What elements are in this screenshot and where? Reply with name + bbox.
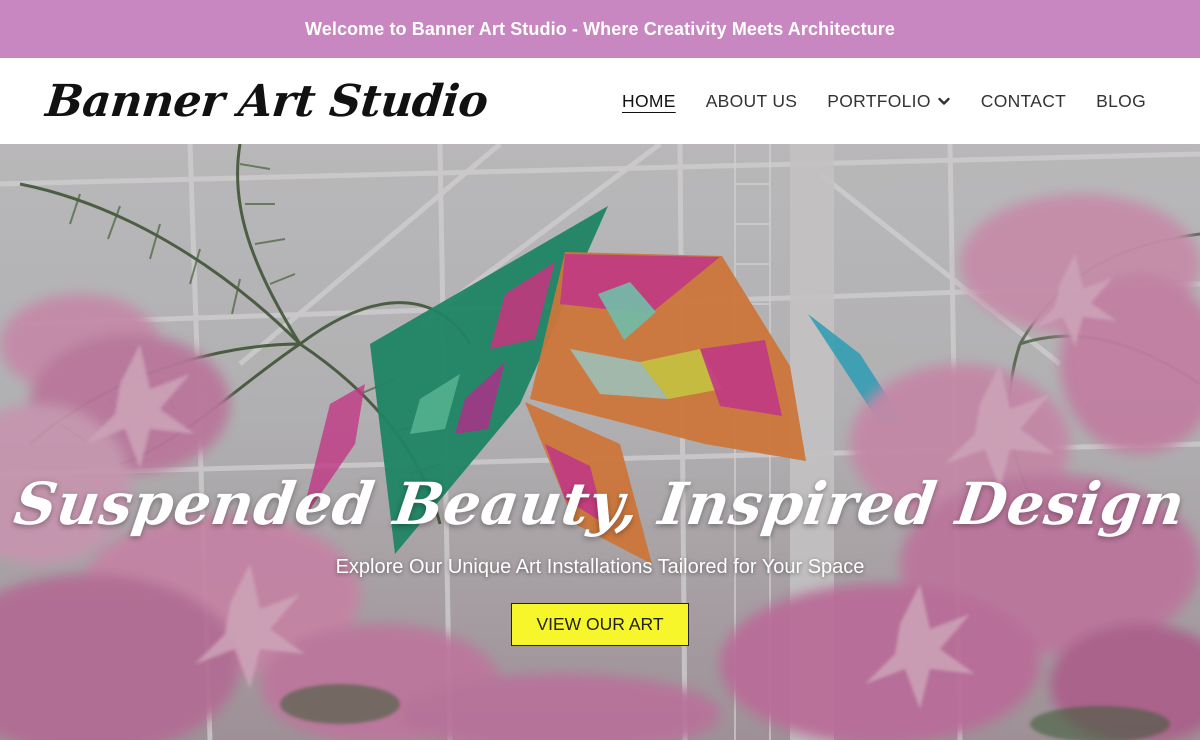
hero-section: Suspended Beauty, Inspired Design Explor… [0,144,1200,740]
announcement-text: Welcome to Banner Art Studio - Where Cre… [304,18,896,39]
nav-about-us-label: ABOUT US [705,90,798,111]
nav-contact-label: CONTACT [980,90,1067,111]
nav-contact[interactable]: CONTACT [981,91,1066,112]
announcement-bar: Welcome to Banner Art Studio - Where Cre… [0,0,1200,58]
nav-blog-label: BLOG [1096,90,1146,111]
nav-portfolio-label: PORTFOLIO [827,90,931,111]
chevron-down-icon [937,94,951,108]
hero-overlay [0,144,1200,740]
hero-content: Suspended Beauty, Inspired Design Explor… [0,470,1200,646]
view-our-art-button[interactable]: VIEW OUR ART [511,603,689,646]
nav-home[interactable]: HOME [622,91,676,112]
nav-blog[interactable]: BLOG [1096,91,1146,112]
main-nav: HOME ABOUT US PORTFOLIO CONTACT BLOG [622,91,1146,112]
site-header: Banner Art Studio HOME ABOUT US PORTFOLI… [0,58,1200,144]
nav-home-label: HOME [622,90,676,111]
nav-portfolio[interactable]: PORTFOLIO [827,91,951,112]
hero-subtitle: Explore Our Unique Art Installations Tai… [335,556,865,578]
hero-title: Suspended Beauty, Inspired Design [10,470,1190,538]
nav-about-us[interactable]: ABOUT US [706,91,798,112]
site-logo[interactable]: Banner Art Studio [43,76,490,127]
